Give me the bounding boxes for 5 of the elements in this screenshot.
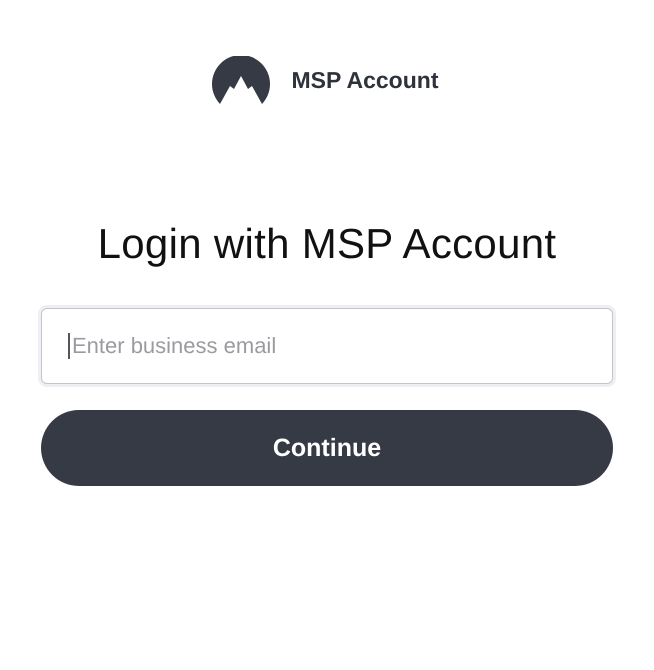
continue-button[interactable]: Continue bbox=[41, 410, 613, 486]
mountain-logo-icon bbox=[212, 56, 270, 104]
page-heading: Login with MSP Account bbox=[98, 219, 556, 269]
brand-name: MSP Account bbox=[292, 66, 438, 94]
email-input-field[interactable]: Enter business email bbox=[41, 308, 613, 384]
